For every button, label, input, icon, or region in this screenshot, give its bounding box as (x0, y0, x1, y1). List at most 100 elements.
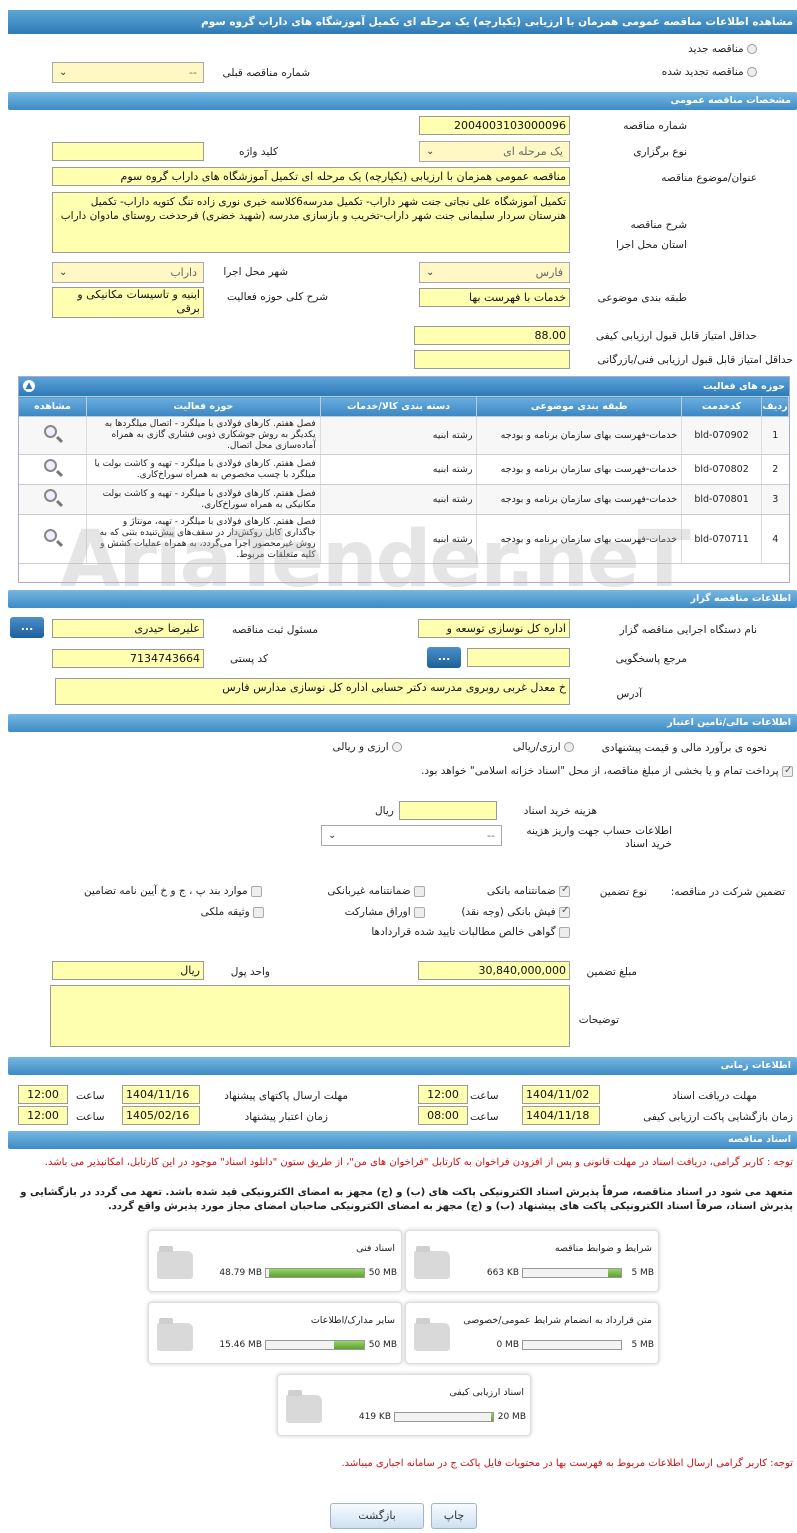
file-progress-fill (491, 1413, 493, 1421)
org-label: نام دستگاه اجرایی مناقصه گزار (619, 624, 757, 636)
bonds-option[interactable]: اوراق مشارکت (300, 906, 425, 918)
postal-field: 7134743664 (52, 649, 204, 668)
bank-receipt-option[interactable]: فیش بانکی (وجه نقد) (461, 905, 570, 918)
treasury-option[interactable]: پرداخت تمام و یا بخشی از مبلغ مناقصه، از… (413, 764, 793, 778)
clause-items-checkbox[interactable] (251, 885, 262, 897)
file-size: 0 MB (496, 1340, 519, 1350)
file-name: شرایط و ضوابط مناقصه (554, 1243, 652, 1254)
subject-field: مناقصه عمومی همزمان با ارزیابی (یکپارچه)… (52, 167, 570, 186)
renewed-tender-option[interactable]: مناقصه تجدید شده (662, 66, 757, 78)
non-bank-guarantee-option[interactable]: ضمانتنامه غیربانکی (300, 885, 425, 897)
docs-notice-3: توجه: کاربر گرامی ارسال اطلاعات مربوط به… (341, 1458, 793, 1469)
file-max-size: 5 MB (631, 1340, 654, 1350)
notes-label: توضیحات (578, 1014, 619, 1026)
chevron-down-icon: ⌄ (59, 267, 68, 278)
file-card[interactable]: اسناد ارزیابی کیفی 20 MB 419 KB (277, 1374, 531, 1436)
bonds-checkbox[interactable] (414, 906, 425, 918)
renewed-tender-label: مناقصه تجدید شده (661, 66, 744, 78)
type-select[interactable]: یک مرحله ای ⌄ (419, 141, 570, 162)
city-select[interactable]: داراب ⌄ (52, 262, 204, 283)
file-progress-fill (333, 1341, 364, 1349)
bank-receipt-checkbox[interactable] (559, 905, 570, 918)
chevron-down-icon: ⌄ (426, 146, 435, 157)
file-max-size: 50 MB (368, 1268, 397, 1278)
prev-tender-label: شماره مناقصه قبلی (222, 67, 310, 79)
prev-tender-select[interactable]: -- ⌄ (52, 62, 204, 83)
table-row: 3 bld-070801 خدمات-فهرست بهای سازمان برنام… (19, 484, 789, 515)
currency-rial-radio[interactable] (564, 742, 574, 752)
cell-category: خدمات-فهرست بهای سازمان برنامه و بودجه (476, 416, 682, 455)
renewed-tender-radio[interactable] (747, 67, 757, 77)
folder-icon (414, 1318, 450, 1351)
file-card[interactable]: شرایط و ضوابط مناقصه 5 MB 663 KB (405, 1230, 659, 1292)
file-name: سایر مدارک/اطلاعات (310, 1315, 395, 1326)
bonds-label: اوراق مشارکت (344, 906, 411, 918)
account-select[interactable]: -- ⌄ (321, 825, 502, 846)
file-name: اسناد فنی (356, 1243, 395, 1254)
file-name: متن قرارداد به انضمام شرایط عمومی/خصوصی (463, 1315, 652, 1326)
min-tech-field (414, 350, 570, 369)
print-button[interactable]: چاپ (431, 1503, 477, 1529)
doc-cost-field (399, 801, 497, 820)
postal-label: کد پستی (229, 653, 268, 665)
currency-and-rial-radio[interactable] (392, 742, 402, 752)
ref-lookup-button[interactable]: ... (427, 647, 461, 668)
file-progress-bar (265, 1340, 365, 1350)
address-label: آدرس (616, 688, 642, 700)
open-label: زمان بازگشایی پاکت ارزیابی کیفی (643, 1111, 793, 1123)
file-card[interactable]: اسناد فنی 50 MB 48.79 MB (148, 1230, 402, 1292)
docs-notice-2: متعهد می شود در اسناد مناقصه، صرفاً پذیر… (20, 1187, 793, 1212)
estimate-opt2-label: ارزی و ریالی (332, 741, 389, 753)
type-label: نوع برگزاری (633, 146, 687, 158)
min-quality-field: 88.00 (414, 326, 570, 345)
certificate-checkbox[interactable] (559, 926, 570, 938)
desc-label: شرح مناقصه (630, 219, 687, 231)
cell-code: bld-070801 (681, 484, 762, 515)
address-field: خ معدل غربی روبروی مدرسه دکتر حسابی ادار… (55, 678, 570, 705)
cell-group: رشته ابنیه (319, 454, 477, 485)
magnifier-icon[interactable] (42, 488, 64, 508)
magnifier-icon[interactable] (42, 458, 64, 478)
cell-scope: فصل هفتم. کارهای فولادی با میلگرد - تهیه… (86, 484, 321, 515)
certificate-option[interactable]: گواهی خالص مطالبات تایید شده قراردادها (300, 926, 570, 938)
doc-cost-label: هزینه خرید اسناد (523, 805, 597, 817)
property-checkbox[interactable] (253, 906, 264, 918)
keyword-field (52, 142, 204, 161)
scope-field: ابنیه و تاسیسات مکانیکی و برقی (52, 287, 204, 318)
view-cell (19, 484, 87, 515)
open-time-field: 08:00 (418, 1106, 468, 1125)
cell-code: bld-070711 (681, 514, 762, 564)
open-date-field: 1404/11/18 (522, 1106, 600, 1125)
back-button[interactable]: بازگشت (330, 1503, 424, 1529)
estimate-opt2[interactable]: ارزی و ریالی (332, 741, 402, 753)
min-quality-label: حداقل امتیاز قابل قبول ارزیابی کیفی (595, 330, 757, 342)
file-card[interactable]: متن قرارداد به انضمام شرایط عمومی/خصوصی 5… (405, 1302, 659, 1364)
non-bank-guarantee-checkbox[interactable] (414, 885, 425, 897)
new-tender-option[interactable]: مناقصه جدید (688, 43, 757, 55)
resp-lookup-button[interactable]: ... (10, 617, 44, 638)
province-select[interactable]: فارس ⌄ (419, 262, 570, 283)
collapse-icon[interactable]: ▲ (23, 380, 35, 392)
guarantee-type-label: نوع تضمین (599, 886, 647, 898)
valid-date-field: 1405/02/16 (122, 1106, 200, 1125)
new-tender-radio[interactable] (747, 44, 757, 54)
org-field: اداره کل نوسازی توسعه و (418, 619, 570, 638)
clause-items-option[interactable]: موارد بند پ ، ج و خ آیین نامه تضامین (62, 885, 262, 897)
property-option[interactable]: وثیقه ملکی (180, 906, 264, 918)
cell-idx: 2 (761, 454, 789, 485)
page-title: مشاهده اطلاعات مناقصه عمومی همزمان با ار… (8, 10, 797, 34)
table-row: 2 bld-070802 خدمات-فهرست بهای سازمان برنام… (19, 454, 789, 485)
magnifier-icon[interactable] (42, 424, 64, 444)
bank-guarantee-checkbox[interactable] (559, 884, 570, 897)
tender-no-field: 2004003103000096 (419, 116, 570, 135)
city-value: داراب (170, 266, 197, 279)
resp-field: علیرضا حیدری (52, 619, 204, 638)
cell-code: bld-070902 (681, 416, 762, 455)
col-header: حوزه فعالیت (86, 396, 321, 417)
treasury-checkbox[interactable] (782, 764, 793, 777)
estimate-opt1[interactable]: ارزی/ریالی (502, 741, 574, 753)
file-card[interactable]: سایر مدارک/اطلاعات 50 MB 15.46 MB (148, 1302, 402, 1364)
doc-cost-unit: ریال (375, 805, 394, 817)
bank-guarantee-option[interactable]: ضمانتنامه بانکی (470, 884, 570, 897)
estimate-label: نحوه ی برآورد مالی و قیمت پیشنهادی (601, 742, 767, 754)
